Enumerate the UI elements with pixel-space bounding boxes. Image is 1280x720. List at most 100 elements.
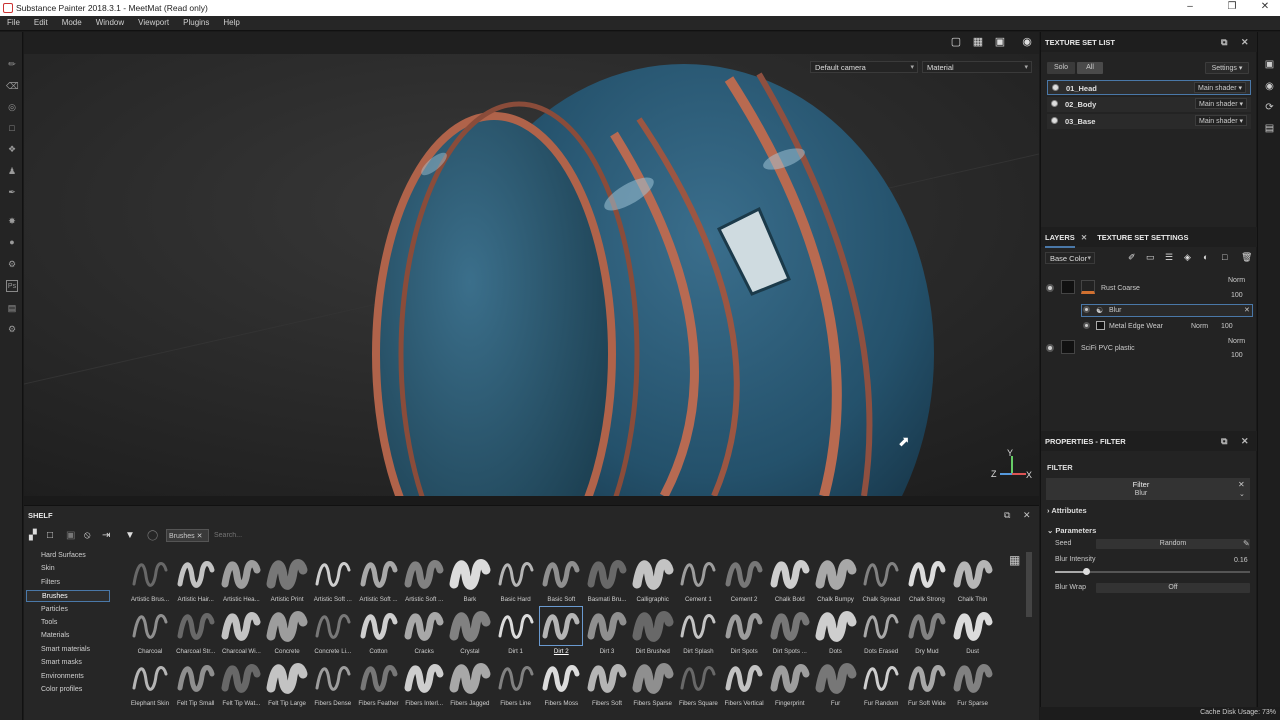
hide-icon[interactable]: ⦸ [84, 530, 91, 541]
brush-thumbnail[interactable] [768, 554, 812, 598]
eye-icon[interactable] [1083, 306, 1090, 313]
close-panel-icon[interactable]: ✕ [1023, 510, 1031, 521]
brush-thumbnail[interactable] [128, 554, 172, 598]
blur-wrap-toggle[interactable]: Off [1096, 583, 1250, 593]
filter-funnel-icon[interactable]: ▼ [125, 530, 135, 541]
menu-help[interactable]: Help [216, 16, 246, 27]
edit-pencil-icon[interactable]: ✎ [1243, 539, 1250, 548]
physics-icon[interactable]: ● [6, 236, 18, 248]
shader-dropdown[interactable]: Main shader ▾ [1195, 98, 1247, 109]
brush-thumbnail[interactable] [448, 658, 492, 702]
eraser-icon[interactable]: ⌫ [6, 80, 19, 92]
paint-brush-icon[interactable]: ✏ [6, 58, 18, 70]
tab-layers[interactable]: LAYERS [1045, 233, 1075, 248]
brush-thumbnail[interactable] [494, 658, 538, 702]
brush-thumbnail[interactable] [219, 554, 263, 598]
eye-icon[interactable] [1083, 322, 1090, 329]
brush-thumbnail[interactable] [174, 658, 218, 702]
shelf-category-item[interactable]: Hard Surfaces [26, 550, 110, 562]
add-group-icon[interactable]: □ [1222, 252, 1227, 262]
close-icon[interactable]: ✕ [1250, 1, 1280, 12]
add-mask-icon[interactable]: ▭ [1146, 252, 1155, 263]
clone-icon[interactable]: ♟ [6, 165, 18, 177]
brush-thumbnail[interactable] [768, 606, 812, 650]
brush-thumbnail[interactable] [448, 606, 492, 650]
brush-thumbnail[interactable] [859, 554, 903, 598]
minimize-icon[interactable]: – [1175, 1, 1205, 12]
texture-set-row[interactable]: 01_Head Main shader ▾ [1047, 80, 1251, 95]
opacity-value[interactable]: 100 [1231, 352, 1243, 359]
3d-viewport[interactable]: Default camera ▾ Material ▾ Z Y X ⬈ [24, 54, 1039, 496]
shelf-category-item[interactable]: Tools [26, 617, 110, 629]
shelf-category-item[interactable]: Smart materials [26, 644, 110, 656]
opacity-value[interactable]: 100 [1231, 292, 1243, 299]
brush-thumbnail[interactable] [951, 606, 995, 650]
brush-thumbnail[interactable] [311, 658, 355, 702]
remove-effect-icon[interactable]: ✕ [1244, 306, 1250, 314]
brush-thumbnail[interactable] [539, 658, 583, 702]
brush-thumbnail[interactable] [905, 658, 949, 702]
brush-thumbnail[interactable] [585, 606, 629, 650]
close-panel-icon[interactable]: ✕ [1241, 37, 1249, 48]
slider-handle[interactable] [1083, 568, 1091, 575]
filter-tag[interactable]: Brushes ✕ [166, 529, 209, 542]
brush-thumbnail[interactable] [585, 658, 629, 702]
log-icon[interactable]: ▤ [1263, 122, 1276, 135]
shelf-category-item[interactable]: Environments [26, 671, 110, 683]
visibility-radio-icon[interactable] [1052, 84, 1059, 91]
folder-icon[interactable]: ▞ [29, 530, 37, 541]
brush-thumbnail[interactable] [722, 554, 766, 598]
remove-tag-icon[interactable]: ✕ [197, 533, 203, 540]
shelf-category-item[interactable]: Filters [26, 577, 110, 589]
shelf-category-item[interactable]: Skin [26, 563, 110, 575]
blend-mode[interactable]: Norm [1228, 277, 1245, 284]
shader-dropdown[interactable]: Main shader ▾ [1194, 82, 1246, 93]
brush-thumbnail[interactable] [722, 658, 766, 702]
brush-thumbnail[interactable] [631, 658, 675, 702]
chevron-down-icon[interactable]: ⌄ [1239, 490, 1245, 498]
render-mode-dropdown[interactable]: Material ▾ [922, 61, 1032, 73]
photoshop-icon[interactable]: Ps [6, 280, 18, 292]
all-button[interactable]: All [1077, 62, 1103, 74]
import-icon[interactable]: ⇥ [102, 530, 110, 541]
brush-thumbnail[interactable] [905, 606, 949, 650]
history-icon[interactable]: ⟳ [1263, 101, 1276, 114]
brush-thumbnail[interactable] [448, 554, 492, 598]
brush-thumbnail[interactable] [311, 606, 355, 650]
brush-thumbnail[interactable] [631, 606, 675, 650]
clear-filter-icon[interactable]: ✕ [1238, 480, 1245, 489]
brush-thumbnail[interactable] [814, 606, 858, 650]
brush-thumbnail[interactable] [951, 658, 995, 702]
export-icon[interactable]: ▤ [6, 302, 18, 314]
settings-dropdown[interactable]: Settings ▾ [1205, 62, 1249, 74]
brush-thumbnail[interactable] [676, 554, 720, 598]
maximize-icon[interactable]: ❐ [1217, 1, 1247, 12]
brush-thumbnail[interactable] [265, 658, 309, 702]
view-cube-icon[interactable]: ▦ [971, 36, 985, 49]
brush-thumbnail[interactable] [539, 606, 584, 650]
brush-thumbnail[interactable] [174, 606, 218, 650]
brush-thumbnail[interactable] [357, 658, 401, 702]
brush-thumbnail[interactable] [631, 554, 675, 598]
channel-dropdown[interactable]: Base Color ▾ [1045, 252, 1095, 264]
brush-thumbnail[interactable] [676, 658, 720, 702]
shelf-category-item[interactable]: Particles [26, 604, 110, 616]
new-item-icon[interactable]: □ [47, 530, 53, 541]
layer-row[interactable]: Rust Coarse Norm 100 [1041, 274, 1257, 302]
brush-thumbnail[interactable] [494, 606, 538, 650]
add-paint-layer-icon[interactable]: ◈ [1184, 252, 1191, 263]
blur-intensity-slider[interactable] [1055, 568, 1250, 575]
shelf-category-item[interactable]: Materials [26, 630, 110, 642]
add-fill-layer-icon[interactable]: ☰ [1165, 252, 1173, 263]
add-effect-icon[interactable]: ✐ [1128, 252, 1136, 263]
solo-button[interactable]: Solo [1047, 62, 1075, 74]
brush-thumbnail[interactable] [402, 658, 446, 702]
eye-icon[interactable] [1046, 284, 1054, 292]
undock-icon[interactable]: ⧉ [1221, 37, 1227, 48]
grid-view-icon[interactable]: ▦ [1009, 553, 1020, 567]
brush-thumbnail[interactable] [128, 658, 172, 702]
delete-layer-icon[interactable]: 🗑 [1241, 252, 1252, 263]
menu-file[interactable]: File [0, 16, 27, 27]
shelf-search-input[interactable] [214, 529, 1014, 542]
shader-dropdown[interactable]: Main shader ▾ [1195, 115, 1247, 126]
